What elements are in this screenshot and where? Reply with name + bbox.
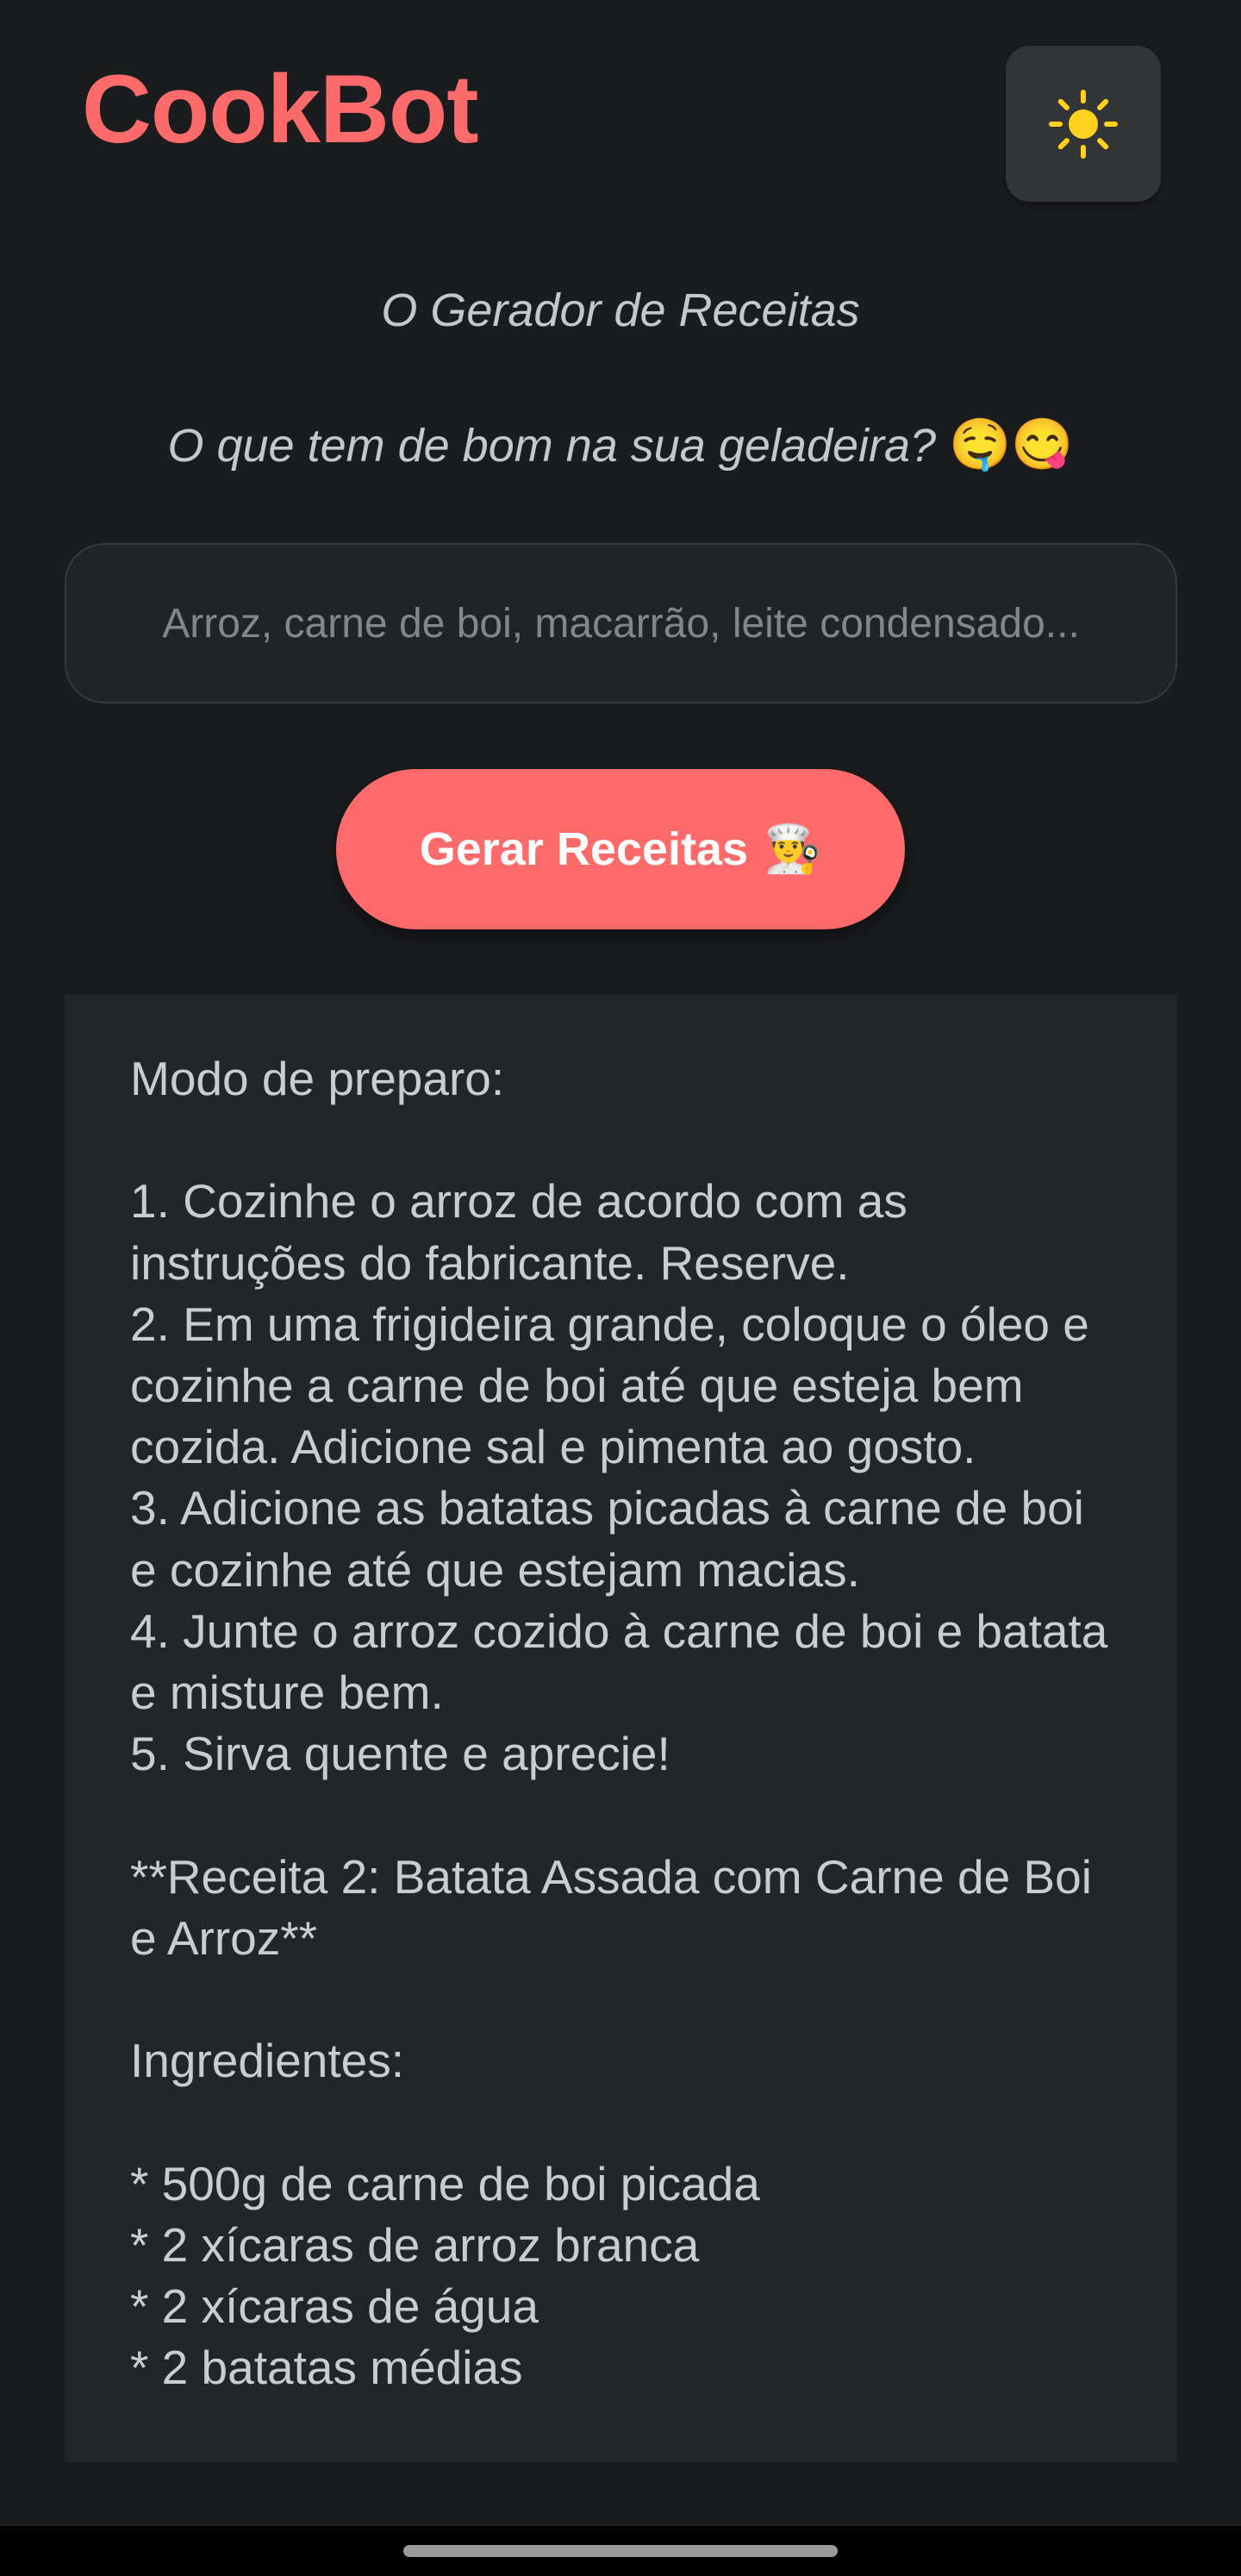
ingredients-input[interactable] — [65, 543, 1177, 703]
fridge-question-text: O que tem de bom na sua geladeira? — [167, 420, 937, 472]
page-subtitle: O Gerador de Receitas — [381, 284, 860, 336]
recipe-text: Modo de preparo: 1. Cozinhe o arroz de a… — [130, 1052, 1108, 2395]
recipe-output-panel[interactable]: Modo de preparo: 1. Cozinhe o arroz de a… — [65, 995, 1177, 2462]
sun-icon — [1048, 89, 1119, 159]
generate-recipes-label: Gerar Receitas — [419, 823, 748, 875]
chef-icon: 👨‍🍳 — [764, 822, 822, 875]
home-indicator[interactable] — [403, 2545, 838, 2557]
theme-toggle-button[interactable] — [1006, 46, 1161, 202]
app-header: CookBot — [0, 0, 1241, 224]
drooling-yum-emoji: 🤤😋 — [949, 416, 1074, 472]
app-title: CookBot — [82, 55, 479, 163]
system-navigation-bar — [0, 2526, 1241, 2576]
generate-recipes-button[interactable]: Gerar Receitas 👨‍🍳 — [336, 769, 905, 929]
fridge-question: O que tem de bom na sua geladeira? 🤤😋 — [0, 410, 1241, 480]
